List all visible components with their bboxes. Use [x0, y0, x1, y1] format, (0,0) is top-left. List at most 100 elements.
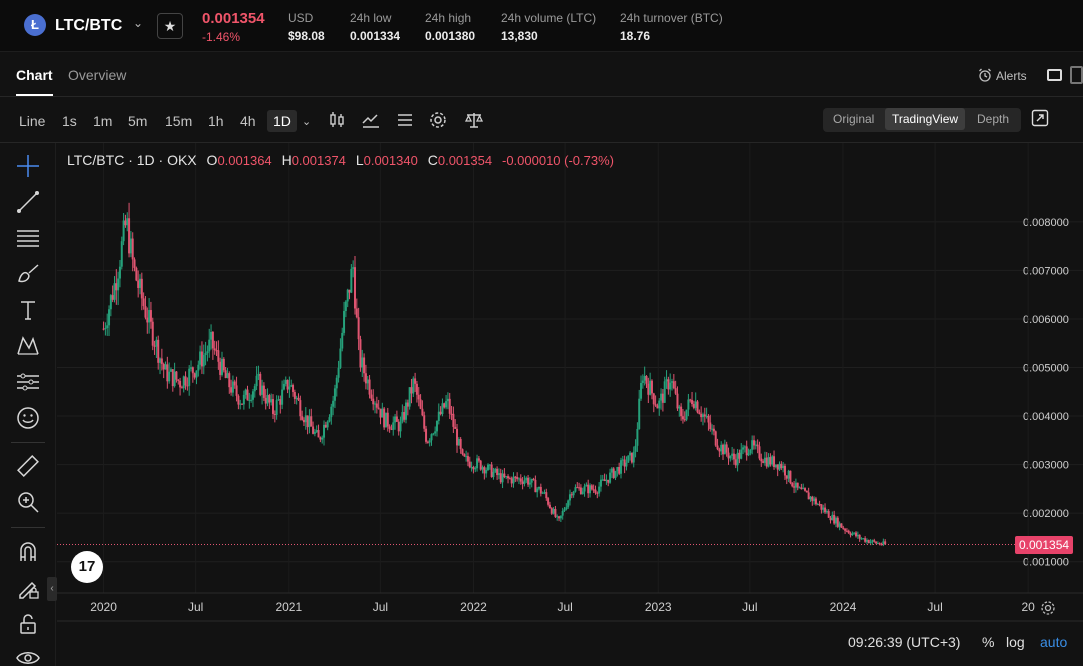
y-tick-label: 0.002000 — [1023, 508, 1069, 520]
candle-body — [762, 461, 765, 463]
settings-gear-icon[interactable] — [428, 110, 448, 130]
price-chart[interactable]: 0.008000 0.007000 0.006000 0.005000 0.004000… — [57, 143, 1083, 666]
candle-body — [434, 431, 437, 434]
candle-body — [847, 530, 850, 534]
candle-body — [379, 408, 382, 418]
pattern-tool-icon[interactable] — [15, 333, 41, 359]
text-tool-icon[interactable] — [15, 297, 41, 323]
timeframe-chevron-down-icon[interactable]: ⌄ — [302, 115, 311, 128]
candle-body — [516, 476, 519, 480]
view-original[interactable]: Original — [833, 112, 874, 126]
menu-lines-icon[interactable] — [395, 110, 415, 130]
chevron-down-icon[interactable]: ⌄ — [133, 16, 143, 30]
smiley-icon[interactable] — [15, 405, 41, 431]
percent-scale-toggle[interactable]: % — [982, 634, 994, 650]
unlock-icon[interactable] — [15, 611, 41, 637]
candle-body — [108, 309, 111, 326]
timeframe-1m[interactable]: 1m — [93, 113, 112, 129]
candle-body — [472, 467, 475, 470]
view-tradingview[interactable]: TradingView — [885, 108, 966, 130]
view-depth[interactable]: Depth — [977, 112, 1009, 126]
candle-body — [425, 428, 428, 442]
candle-body — [658, 400, 661, 409]
candle-body — [603, 479, 606, 482]
timeframe-15m[interactable]: 15m — [165, 113, 192, 129]
tab-chart[interactable]: Chart — [16, 67, 53, 83]
prediction-tool-icon[interactable] — [15, 369, 41, 395]
candle-body — [162, 363, 165, 370]
crosshair-icon[interactable] — [15, 153, 41, 179]
candle-body — [729, 455, 732, 459]
scale-compare-icon[interactable] — [464, 110, 484, 130]
alerts-label: Alerts — [996, 69, 1027, 83]
candle-body — [505, 476, 508, 478]
candle-body — [319, 437, 322, 440]
candle-body — [654, 404, 657, 406]
candle-body — [680, 406, 683, 417]
horizontal-lines-icon[interactable] — [15, 225, 41, 251]
x-tick-label: 2022 — [460, 600, 487, 614]
candle-body — [723, 444, 726, 455]
brush-icon[interactable] — [15, 261, 41, 287]
candle-body — [122, 220, 125, 242]
timeframe-4h[interactable]: 4h — [240, 113, 256, 129]
layout-window-icon[interactable] — [1047, 69, 1062, 81]
timeframe-1d[interactable]: 1D — [267, 110, 297, 132]
candle-body — [461, 449, 464, 455]
fullscreen-expand-icon[interactable] — [1031, 109, 1049, 127]
candle-body — [552, 509, 555, 514]
lock-drawing-icon[interactable] — [15, 575, 41, 601]
tradingview-logo[interactable]: 17 — [71, 551, 103, 583]
candle-body — [778, 463, 781, 470]
timeframe-1h[interactable]: 1h — [208, 113, 224, 129]
active-tab-indicator — [16, 94, 53, 96]
candlestick-chart[interactable]: 0.008000 0.007000 0.006000 0.005000 0.004000… — [57, 143, 1083, 666]
trend-line-icon[interactable] — [15, 189, 41, 215]
indicators-icon[interactable] — [361, 110, 381, 130]
candle-body — [834, 517, 837, 524]
candlestick-type-icon[interactable] — [327, 110, 347, 130]
candle-body — [352, 267, 355, 269]
candle-body — [594, 489, 597, 493]
candle-body — [188, 368, 191, 386]
log-scale-toggle[interactable]: log — [1006, 634, 1025, 650]
candle-body — [215, 350, 218, 352]
candle-body — [794, 482, 797, 488]
pair-selector[interactable]: LTC/BTC — [55, 17, 122, 35]
clock-readout[interactable]: 09:26:39 (UTC+3) — [848, 634, 960, 650]
timeframe-line[interactable]: Line — [19, 113, 45, 129]
stat-usd: USD $98.08 — [288, 11, 325, 43]
candle-body — [860, 538, 863, 540]
candle-body — [776, 464, 779, 470]
candle-body — [811, 496, 814, 502]
candle-body — [353, 267, 356, 309]
zoom-in-icon[interactable] — [15, 489, 41, 515]
magnet-icon[interactable] — [15, 539, 41, 565]
candle-body — [190, 367, 193, 369]
timeframe-5m[interactable]: 5m — [128, 113, 147, 129]
x-tick-label: 2020 — [90, 600, 117, 614]
candle-body — [568, 494, 571, 501]
timeframe-1s[interactable]: 1s — [62, 113, 77, 129]
favorite-star-button[interactable]: ★ — [157, 13, 183, 39]
candle-body — [262, 385, 265, 398]
candle-body — [361, 357, 364, 368]
last-price-tag: 0.001354 — [1015, 535, 1074, 554]
candle-body — [864, 538, 867, 542]
axis-settings-gear-icon[interactable] — [1040, 600, 1056, 616]
candle-body — [671, 381, 674, 383]
candle-body — [692, 404, 695, 408]
alerts-button[interactable]: Alerts — [978, 68, 1027, 83]
candle-body — [323, 424, 326, 438]
candle-body — [625, 462, 628, 467]
collapse-toolbar-button[interactable]: ‹ — [47, 577, 57, 601]
candle-body — [707, 415, 710, 423]
candle-body — [217, 350, 220, 362]
auto-scale-toggle[interactable]: auto — [1040, 634, 1067, 650]
ruler-icon[interactable] — [15, 453, 41, 479]
candle-body — [414, 378, 417, 384]
tab-overview[interactable]: Overview — [68, 67, 126, 83]
panel-icon[interactable] — [1070, 66, 1083, 84]
candle-body — [466, 456, 469, 462]
eye-icon[interactable] — [15, 645, 41, 666]
